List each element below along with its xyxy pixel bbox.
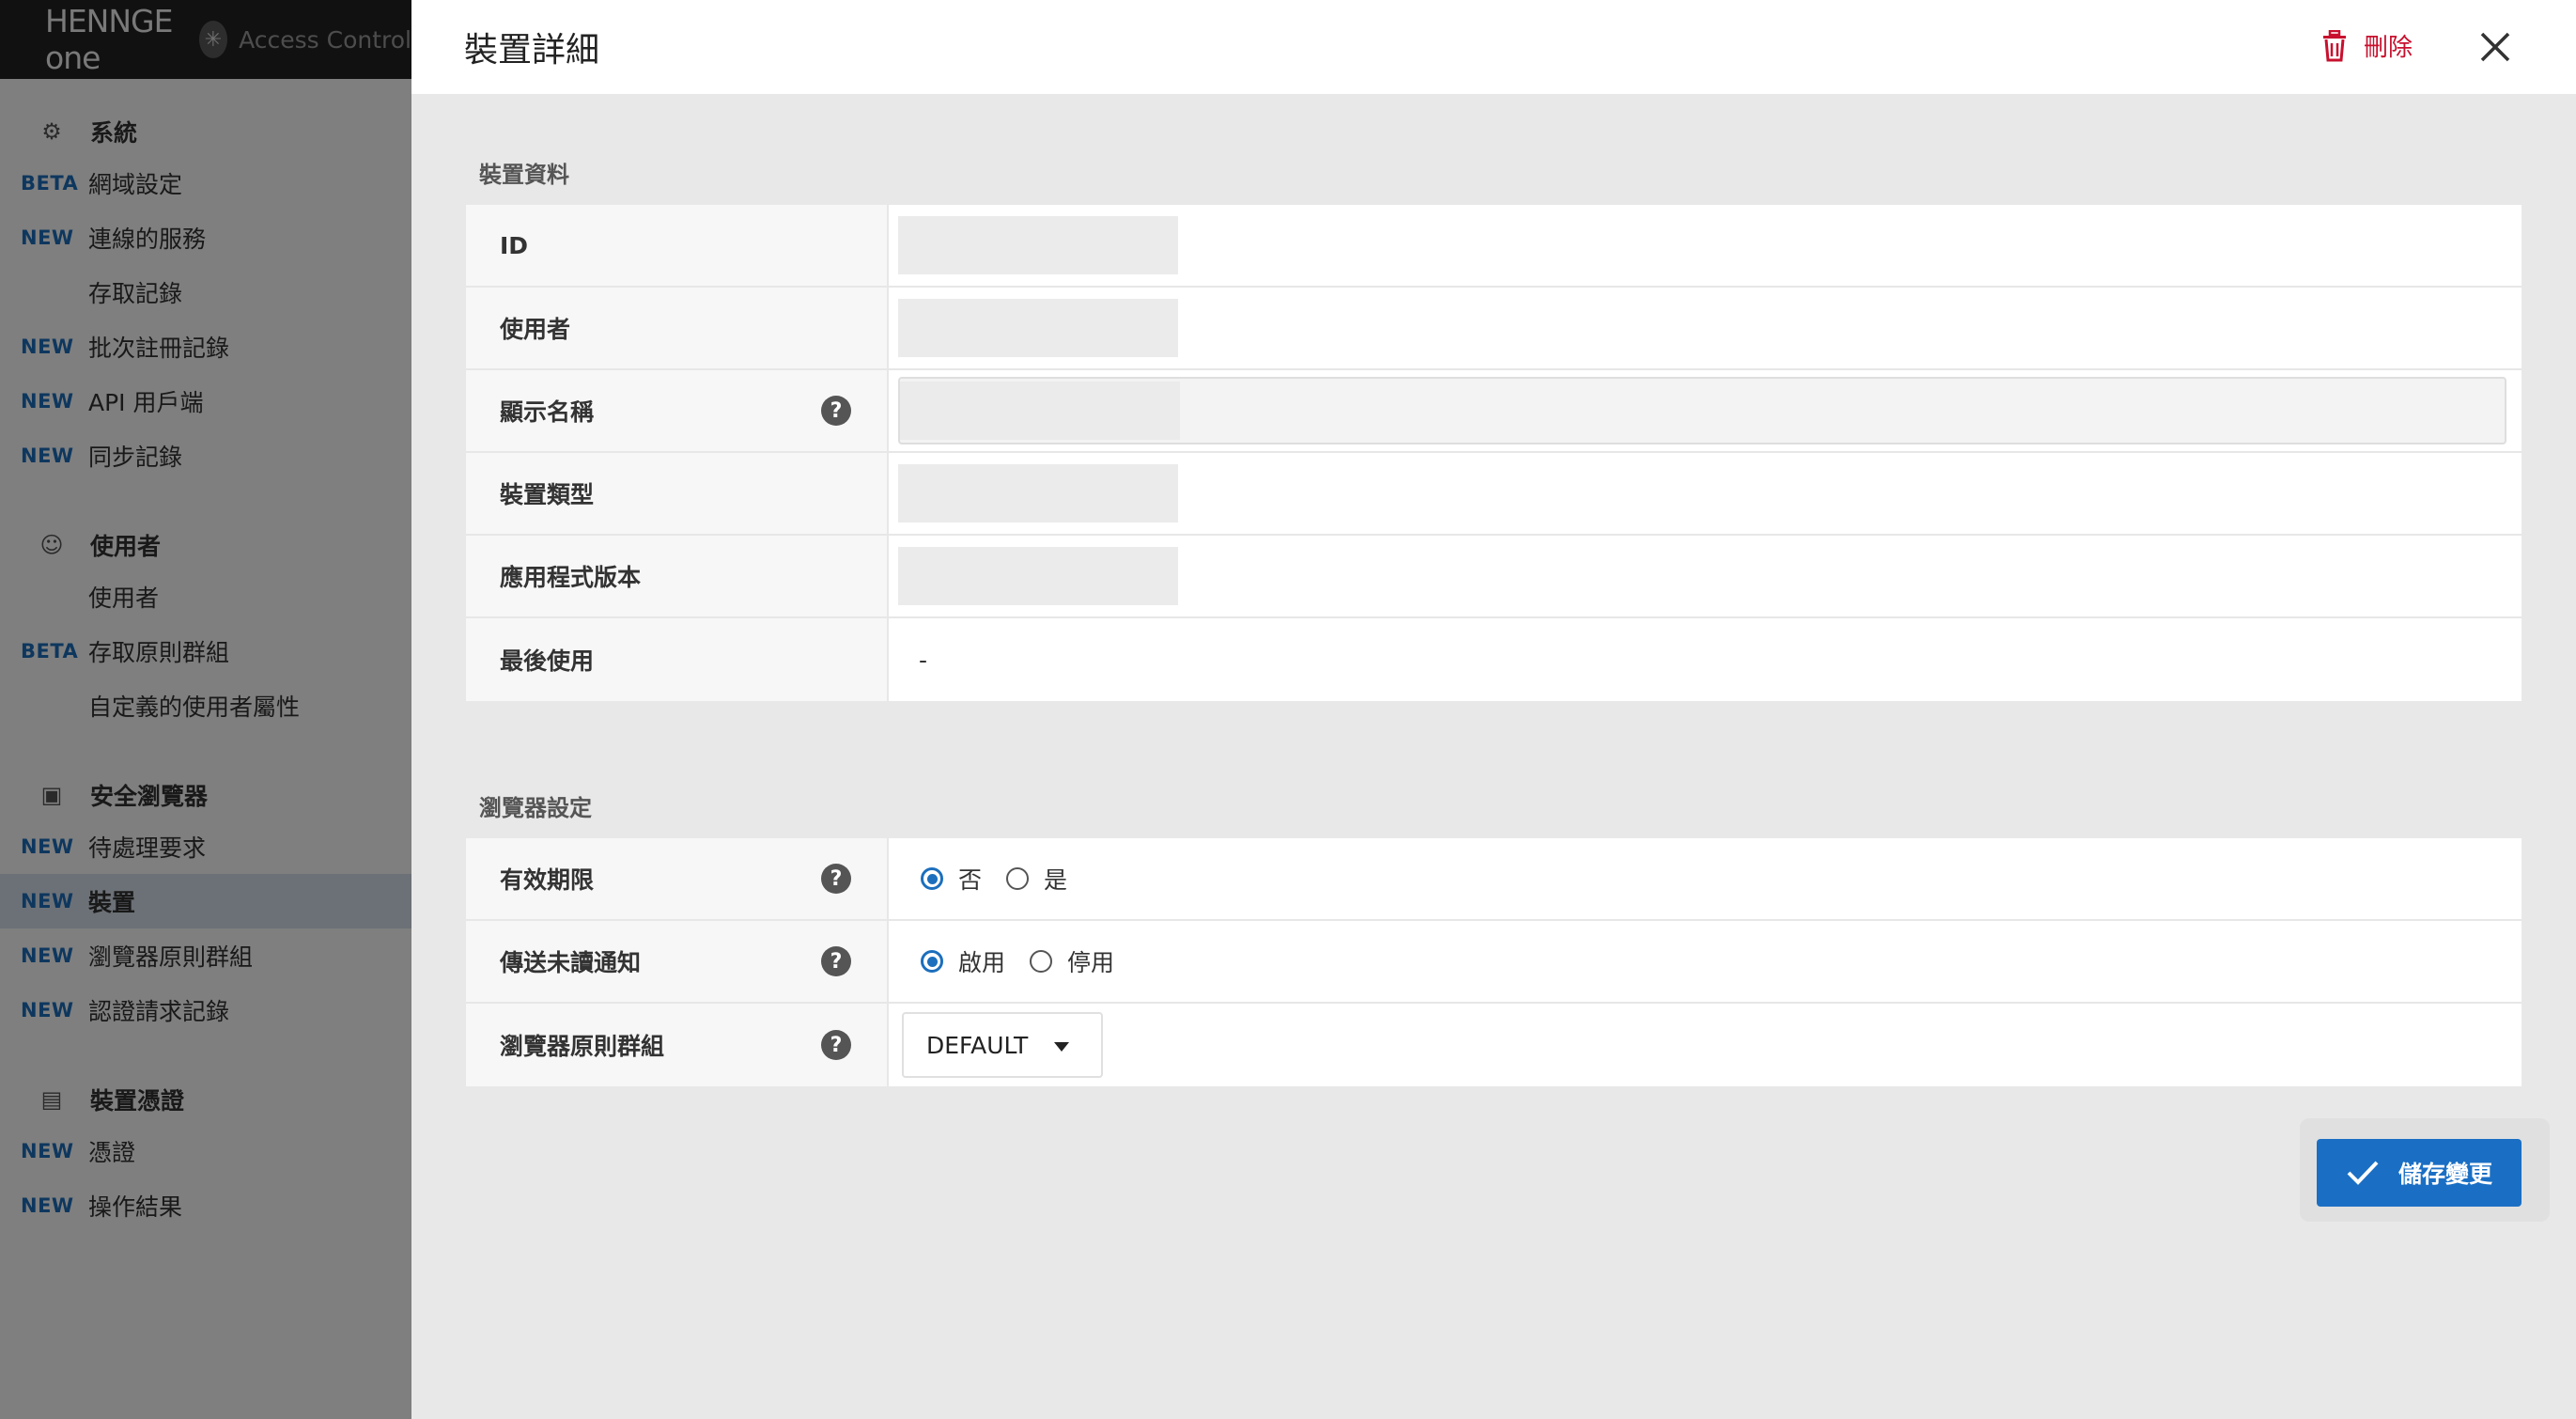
row-user: 使用者 — [466, 288, 2522, 370]
notify-radio-group: 啟用 停用 — [898, 944, 1139, 978]
field-value — [889, 453, 2522, 534]
help-icon[interactable]: ? — [821, 864, 851, 894]
caret-down-icon — [1054, 1042, 1069, 1052]
field-label: 傳送未讀通知 — [500, 949, 642, 976]
row-unread-notification: 傳送未讀通知 ? 啟用 停用 — [466, 921, 2522, 1004]
modal-backdrop[interactable] — [0, 0, 411, 1419]
row-app-version: 應用程式版本 — [466, 536, 2522, 618]
app-version-value-placeholder — [898, 547, 1178, 605]
field-label-wrap: 有效期限 ? — [466, 838, 889, 919]
field-label: 最後使用 — [466, 618, 889, 701]
field-value: - — [889, 618, 2522, 701]
save-label: 儲存變更 — [2398, 1161, 2492, 1188]
field-value — [889, 370, 2522, 451]
field-label: ID — [466, 205, 889, 286]
radio-label[interactable]: 啟用 — [958, 944, 1005, 978]
select-value: DEFAULT — [926, 1031, 1029, 1059]
field-value: DEFAULT — [889, 1004, 2522, 1086]
policy-group-select[interactable]: DEFAULT — [902, 1012, 1103, 1078]
help-icon[interactable]: ? — [821, 396, 851, 426]
page-title: 裝置詳細 — [464, 31, 600, 70]
save-button-container: 儲存變更 — [2300, 1118, 2550, 1222]
display-name-value-placeholder — [900, 382, 1180, 440]
row-id: ID — [466, 205, 2522, 288]
field-label: 使用者 — [466, 288, 889, 368]
close-button[interactable] — [2476, 28, 2514, 66]
device-type-value-placeholder — [898, 464, 1178, 522]
delete-label: 刪除 — [2363, 34, 2413, 62]
drawer-header: 裝置詳細 刪除 — [411, 0, 2576, 94]
field-value — [889, 288, 2522, 368]
field-label-wrap: 瀏覽器原則群組 ? — [466, 1004, 889, 1086]
user-value-placeholder — [898, 299, 1178, 357]
help-icon[interactable]: ? — [821, 946, 851, 976]
delete-button[interactable]: 刪除 — [2320, 28, 2413, 63]
field-value: 否 是 — [889, 838, 2522, 919]
row-device-type: 裝置類型 — [466, 453, 2522, 536]
help-icon[interactable]: ? — [821, 1030, 851, 1060]
field-label-wrap: 顯示名稱 ? — [466, 370, 889, 451]
field-label: 有效期限 — [500, 866, 595, 894]
display-name-input[interactable] — [898, 377, 2506, 444]
expiry-no-radio[interactable] — [921, 867, 943, 890]
row-last-used: 最後使用 - — [466, 618, 2522, 701]
save-button[interactable]: 儲存變更 — [2317, 1139, 2522, 1207]
close-icon — [2480, 32, 2510, 62]
row-display-name: 顯示名稱 ? — [466, 370, 2522, 453]
notify-disable-radio[interactable] — [1030, 950, 1053, 973]
id-value-placeholder — [898, 216, 1178, 274]
field-label: 應用程式版本 — [466, 536, 889, 616]
expiry-radio-group: 否 是 — [898, 862, 1092, 896]
notify-enable-radio[interactable] — [921, 950, 943, 973]
field-value — [889, 205, 2522, 286]
section-title-browser-settings: 瀏覽器設定 — [479, 795, 592, 821]
browser-settings-card: 有效期限 ? 否 是 傳送未讀通知 ? 啟用 停用 瀏覽器原則群組 ? DEFA… — [466, 838, 2522, 1086]
field-label: 顯示名稱 — [500, 398, 595, 426]
trash-icon — [2322, 29, 2346, 61]
device-detail-drawer: 裝置詳細 刪除 裝置資料 ID 使用者 顯示名稱 ? 裝置類型 應用程式版本 最… — [411, 0, 2576, 1419]
field-label-wrap: 傳送未讀通知 ? — [466, 921, 889, 1002]
last-used-value: - — [919, 646, 928, 674]
field-label: 裝置類型 — [466, 453, 889, 534]
radio-label[interactable]: 停用 — [1067, 944, 1114, 978]
radio-label[interactable]: 否 — [958, 862, 982, 896]
radio-label[interactable]: 是 — [1044, 862, 1067, 896]
field-value — [889, 536, 2522, 616]
field-value: 啟用 停用 — [889, 921, 2522, 1002]
section-title-device-info: 裝置資料 — [479, 162, 569, 188]
device-info-card: ID 使用者 顯示名稱 ? 裝置類型 應用程式版本 最後使用 - — [466, 205, 2522, 701]
checkmark-icon — [2347, 1161, 2379, 1185]
row-browser-policy-group: 瀏覽器原則群組 ? DEFAULT — [466, 1004, 2522, 1086]
field-label: 瀏覽器原則群組 — [500, 1033, 665, 1060]
expiry-yes-radio[interactable] — [1006, 867, 1030, 890]
row-expiry: 有效期限 ? 否 是 — [466, 838, 2522, 921]
